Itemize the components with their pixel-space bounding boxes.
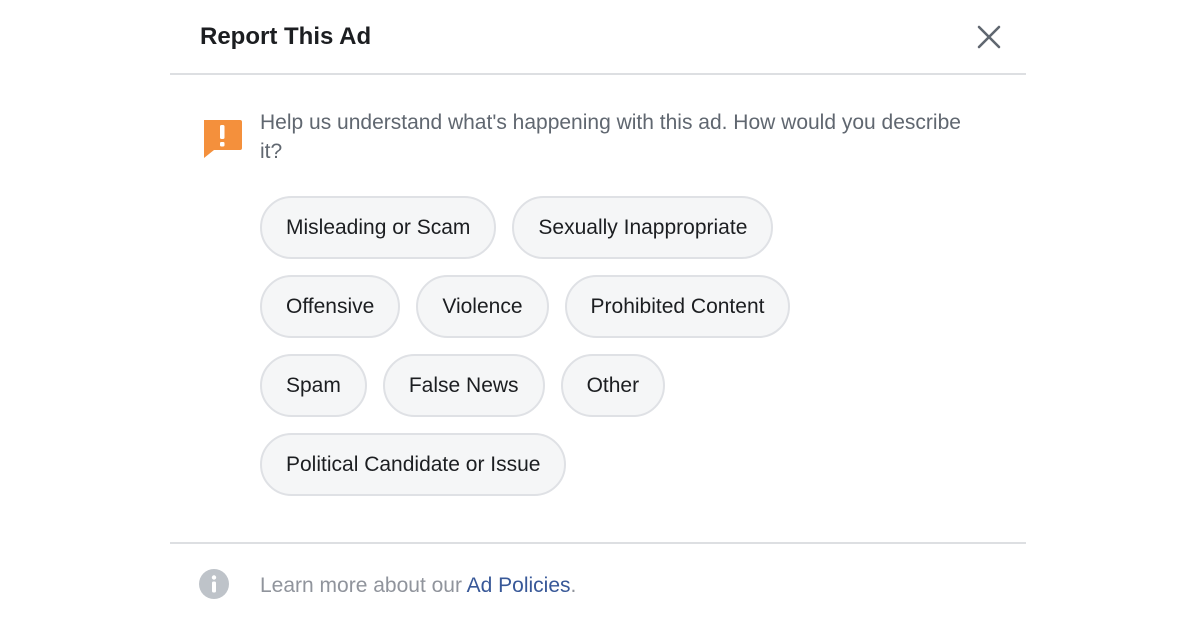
- option-political-candidate-or-issue-button[interactable]: Political Candidate or Issue: [260, 433, 567, 496]
- option-other-button[interactable]: Other: [560, 354, 666, 417]
- option-false-news-button[interactable]: False News: [382, 354, 545, 417]
- report-options: Misleading or Scam Sexually Inappropriate…: [260, 196, 980, 512]
- close-icon: [977, 25, 1001, 49]
- option-misleading-or-scam-button[interactable]: Misleading or Scam: [260, 196, 497, 259]
- option-prohibited-content-button[interactable]: Prohibited Content: [564, 275, 791, 338]
- option-violence-button[interactable]: Violence: [416, 275, 549, 338]
- dialog-header: Report This Ad: [170, 0, 1026, 75]
- warning-icon: [204, 120, 242, 158]
- footer-text: Learn more about our Ad Policies.: [260, 572, 576, 600]
- info-icon: [199, 569, 229, 599]
- options-row: Spam False News Other: [260, 354, 980, 417]
- dialog-title: Report This Ad: [200, 23, 372, 50]
- ad-policies-link[interactable]: Ad Policies: [467, 574, 571, 597]
- option-sexually-inappropriate-button[interactable]: Sexually Inappropriate: [512, 196, 774, 259]
- options-row: Offensive Violence Prohibited Content: [260, 275, 980, 338]
- options-row: Misleading or Scam Sexually Inappropriate: [260, 196, 980, 259]
- option-offensive-button[interactable]: Offensive: [260, 275, 401, 338]
- footer-text-before: Learn more about our: [260, 574, 467, 597]
- dialog-footer: Learn more about our Ad Policies.: [170, 542, 1026, 628]
- close-button[interactable]: [974, 22, 1004, 52]
- options-row: Political Candidate or Issue: [260, 433, 980, 496]
- option-spam-button[interactable]: Spam: [260, 354, 367, 417]
- report-ad-dialog: Report This Ad Help us understand what's…: [170, 0, 1026, 628]
- prompt-text: Help us understand what's happening with…: [260, 111, 961, 163]
- footer-text-after: .: [570, 574, 577, 597]
